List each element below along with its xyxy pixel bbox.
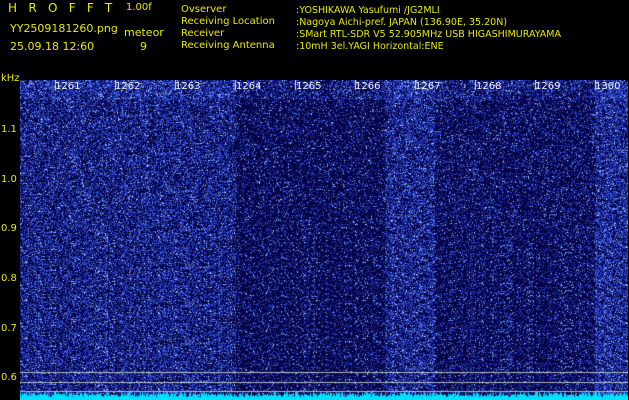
x-tick-label: 1269 xyxy=(535,81,561,92)
y-tick-label: 0.8 xyxy=(1,273,17,284)
meteor-count: 9 xyxy=(140,40,147,53)
x-tick-label: 1265 xyxy=(296,81,322,92)
y-tick-label: 1.0 xyxy=(1,174,17,185)
receiver-value: :SMart RTL-SDR V5 52.905MHz USB HIGASHIM… xyxy=(296,29,561,40)
location-value: :Nagoya Aichi-pref. JAPAN (136.90E, 35.2… xyxy=(296,17,508,28)
y-tick-label: 0.9 xyxy=(1,223,17,234)
spectrogram-canvas[interactable] xyxy=(20,80,628,400)
x-tick-label: 1262 xyxy=(115,81,141,92)
observer-label: Ovserver xyxy=(181,4,227,15)
meteor-label: meteor xyxy=(124,26,164,39)
antenna-value: :10mH 3el.YAGI Horizontal:ENE xyxy=(296,41,444,52)
observer-value: :YOSHIKAWA Yasufumi /JG2MLI xyxy=(296,5,440,16)
x-tick-label: 1264 xyxy=(236,81,262,92)
y-tick-label: 1.1 xyxy=(1,124,17,135)
frequency-unit-label: kHz xyxy=(1,73,20,84)
x-tick-label: 1267 xyxy=(415,81,441,92)
x-tick-label: 1266 xyxy=(355,81,381,92)
app-title: HROFFT xyxy=(8,1,124,15)
x-tick-label: 1263 xyxy=(175,81,201,92)
image-datetime: 25.09.18 12:60 xyxy=(10,40,95,53)
location-label: Receiving Location xyxy=(181,16,275,27)
app-version: 1.00f xyxy=(126,2,152,13)
y-tick-label: 0.7 xyxy=(1,323,17,334)
antenna-label: Receiving Antenna xyxy=(181,40,275,51)
x-tick-label: 1261 xyxy=(55,81,81,92)
image-filename: YY2509181260.png xyxy=(10,22,118,35)
x-tick-label: 1300 xyxy=(595,81,621,92)
y-tick-label: 0.6 xyxy=(1,372,17,383)
receiver-label: Receiver xyxy=(181,28,225,39)
x-tick-label: 1268 xyxy=(476,81,502,92)
